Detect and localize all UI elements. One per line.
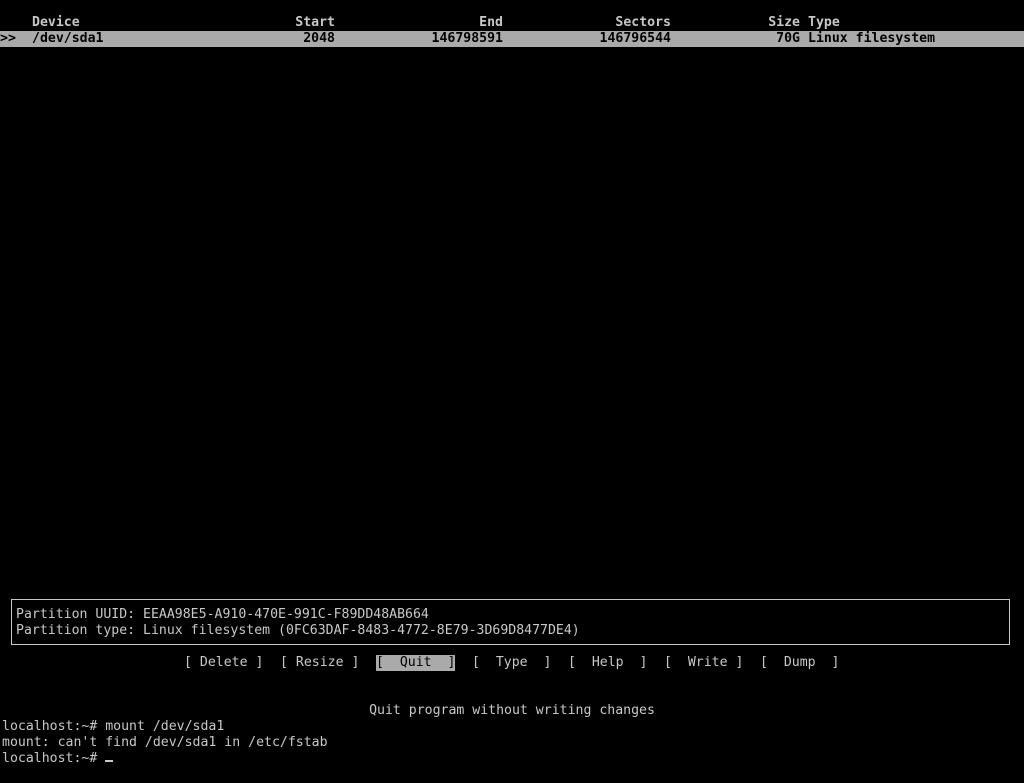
resize-button[interactable]: [ Resize ] bbox=[280, 655, 359, 671]
help-button[interactable]: [ Help ] bbox=[568, 655, 647, 671]
quit-button[interactable]: [ Quit ] bbox=[376, 655, 456, 671]
partition-type-value: Linux filesystem (0FC63DAF-8483-4772-8E7… bbox=[143, 623, 580, 638]
terminal-prompt: localhost:~# bbox=[2, 751, 106, 766]
column-header-start: Start bbox=[295, 15, 335, 30]
column-header-type: Type bbox=[808, 15, 840, 30]
selection-marker: >> bbox=[0, 31, 16, 46]
type-button[interactable]: [ Type ] bbox=[472, 655, 551, 671]
terminal-command-line: localhost:~# mount /dev/sda1 bbox=[2, 719, 225, 734]
partition-uuid-line: Partition UUID: EEAA98E5-A910-470E-991C-… bbox=[16, 607, 429, 623]
table-header: Device Start End Sectors Size Type bbox=[0, 15, 1024, 31]
cell-size: 70G bbox=[776, 31, 800, 46]
column-header-device: Device bbox=[32, 15, 80, 30]
delete-button[interactable]: [ Delete ] bbox=[184, 655, 263, 671]
text-cursor bbox=[105, 760, 114, 762]
partition-type-line: Partition type: Linux filesystem (0FC63D… bbox=[16, 623, 580, 639]
terminal-error-line: mount: can't find /dev/sda1 in /etc/fsta… bbox=[2, 735, 328, 750]
cell-type: Linux filesystem bbox=[808, 31, 936, 46]
column-header-end: End bbox=[479, 15, 503, 30]
partition-type-label: Partition type: bbox=[16, 623, 136, 638]
terminal-prompt-line[interactable]: localhost:~# bbox=[2, 751, 114, 767]
cell-start: 2048 bbox=[303, 31, 335, 46]
partition-uuid-label: Partition UUID: bbox=[16, 607, 136, 622]
partition-row-selected[interactable]: >> /dev/sda1 2048 146798591 146796544 70… bbox=[0, 31, 1024, 47]
dump-button[interactable]: [ Dump ] bbox=[760, 655, 839, 671]
column-header-sectors: Sectors bbox=[615, 15, 671, 30]
cell-sectors: 146796544 bbox=[599, 31, 671, 46]
cell-device: /dev/sda1 bbox=[32, 31, 104, 46]
cell-end: 146798591 bbox=[431, 31, 503, 46]
action-menu: [ Delete ] [ Resize ] [ Quit ] [ Type ] … bbox=[0, 655, 1024, 671]
partition-info-box: Partition UUID: EEAA98E5-A910-470E-991C-… bbox=[11, 599, 1010, 645]
action-hint: Quit program without writing changes bbox=[369, 703, 655, 718]
partition-uuid-value: EEAA98E5-A910-470E-991C-F89DD48AB664 bbox=[143, 607, 429, 622]
write-button[interactable]: [ Write ] bbox=[664, 655, 743, 671]
column-header-size: Size bbox=[768, 15, 800, 30]
